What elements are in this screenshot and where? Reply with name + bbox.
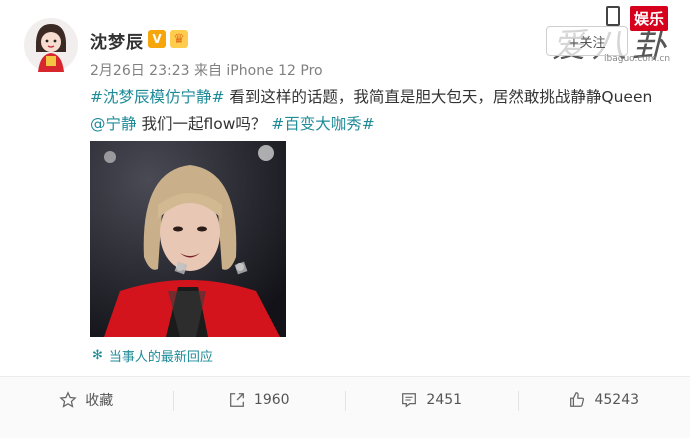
share-icon: [229, 393, 244, 407]
post-text-part: 我们一起flow吗？: [136, 115, 272, 133]
post-text-part: 看到这样的话题，我简直是胆大包天，居然敢挑战静静Queen: [224, 88, 653, 106]
user-name[interactable]: 沈梦辰: [90, 28, 144, 53]
watermark-url: ibaguo.com.cn: [604, 54, 671, 64]
weibo-post: 沈梦辰 V ♛ 2月26日 23:23 来自 iPhone 12 Pro 爱八卦…: [0, 0, 690, 438]
post-image[interactable]: [90, 141, 286, 337]
like-count: 45243: [594, 392, 640, 408]
post-meta: 2月26日 23:23 来自 iPhone 12 Pro: [90, 63, 323, 79]
comment-button[interactable]: 2451: [345, 377, 518, 423]
reply-link-label: 当事人的最新回应: [108, 350, 213, 365]
favorite-label: 收藏: [85, 393, 114, 409]
reply-icon: ✻: [92, 348, 103, 363]
watermark-tag: 娱乐: [630, 6, 669, 31]
verified-icon: V: [148, 30, 166, 48]
hashtag-link[interactable]: #沈梦辰模仿宁静#: [90, 88, 224, 106]
repost-count: 1960: [253, 392, 290, 408]
comment-icon: [402, 393, 417, 408]
hashtag-link[interactable]: #百变大咖秀#: [271, 115, 374, 133]
comment-count: 2451: [426, 392, 463, 408]
post-text: #沈梦辰模仿宁静# 看到这样的话题，我简直是胆大包天，居然敢挑战静静Queen …: [90, 84, 680, 138]
repost-button[interactable]: 1960: [172, 377, 346, 423]
fan-badge-icon: ♛: [170, 30, 188, 48]
latest-reply-link[interactable]: ✻ 当事人的最新回应: [92, 346, 213, 365]
action-bar: 收藏 1960 2451 45243: [0, 376, 690, 438]
mention-link[interactable]: @宁静: [90, 115, 137, 133]
follow-button[interactable]: +关注: [546, 26, 628, 56]
favorite-button[interactable]: 收藏: [0, 377, 173, 423]
like-button[interactable]: 45243: [517, 377, 690, 423]
thumbs-up-icon: [570, 392, 585, 407]
star-icon: [59, 391, 77, 408]
user-badges: V ♛: [148, 30, 188, 48]
avatar[interactable]: [24, 18, 78, 72]
camera-icon: [606, 6, 620, 26]
